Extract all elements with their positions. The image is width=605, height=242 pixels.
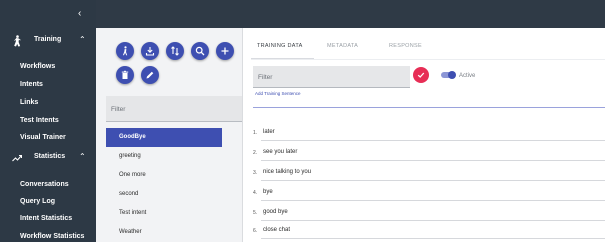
list-item[interactable]: 1. later xyxy=(243,124,605,144)
tab-training-data[interactable]: TRAINING DATA xyxy=(257,43,303,49)
list-item[interactable]: 2. see you later xyxy=(243,144,605,164)
intent-label: greeting xyxy=(119,153,141,159)
add-training-sentence-link[interactable]: Add Training Sentence xyxy=(255,91,301,96)
sentence-number: 5. xyxy=(253,210,258,216)
sidebar-item-test-intents[interactable]: Test Intents xyxy=(20,117,59,124)
sentence-number: 2. xyxy=(253,150,258,156)
delete-icon xyxy=(121,70,129,79)
sentence-number: 1. xyxy=(253,130,258,136)
sentence-text: nice talking to you xyxy=(263,169,312,175)
chevron-up-icon[interactable]: ⌃ xyxy=(79,35,86,44)
add-sentence-underline xyxy=(253,107,605,108)
sidebar-item-visual-trainer[interactable]: Visual Trainer xyxy=(20,134,66,141)
sentence-underline xyxy=(261,180,605,181)
sidebar-item-workflow-statistics[interactable]: Workflow Statistics xyxy=(20,233,84,240)
person-walking-icon xyxy=(14,35,21,47)
sidebar-item-query-log[interactable]: Query Log xyxy=(20,198,55,205)
list-item[interactable]: One more xyxy=(106,166,222,185)
sentence-number: 4. xyxy=(253,190,258,196)
sentence-text: see you later xyxy=(263,149,298,155)
chevron-up-icon[interactable]: ⌃ xyxy=(79,152,86,161)
active-toggle-label: Active xyxy=(459,73,476,79)
sentence-text: later xyxy=(263,129,275,135)
add-intent-button[interactable] xyxy=(216,42,234,60)
collapse-sidebar-icon[interactable]: ‹ xyxy=(78,9,88,19)
sentence-text: good bye xyxy=(263,209,288,215)
person-walking-icon xyxy=(123,46,128,56)
sentence-text: bye xyxy=(263,189,273,195)
sidebar-item-intents[interactable]: Intents xyxy=(20,81,43,88)
intent-filter-placeholder: Filter xyxy=(111,106,126,113)
sidebar-section-label: Training xyxy=(34,36,62,43)
tab-bar-divider xyxy=(251,59,605,60)
edit-icon xyxy=(146,71,154,79)
sidebar: ‹ Training ⌃ Workflows Intents Links Tes… xyxy=(0,0,96,242)
intent-detail-panel: TRAINING DATA METADATA RESPONSE Filter A… xyxy=(243,28,605,242)
detail-tabs: TRAINING DATA METADATA RESPONSE xyxy=(243,28,605,60)
download-icon xyxy=(145,47,155,56)
sidebar-section-statistics[interactable]: Statistics ⌃ xyxy=(0,149,96,167)
trending-up-icon xyxy=(12,154,22,162)
check-icon xyxy=(417,72,425,78)
sentence-underline xyxy=(261,238,605,239)
sidebar-item-intent-statistics[interactable]: Intent Statistics xyxy=(20,215,72,222)
intent-label: GoodBye xyxy=(119,134,146,140)
sidebar-item-links[interactable]: Links xyxy=(20,99,38,106)
active-toggle[interactable] xyxy=(441,71,456,79)
sentence-underline xyxy=(261,160,605,161)
list-item[interactable]: 4. bye xyxy=(243,184,605,204)
intent-filter-input[interactable]: Filter xyxy=(106,96,242,122)
intents-panel: Filter GoodBye greeting One more second … xyxy=(104,34,242,242)
app-window: ‹ Training ⌃ Workflows Intents Links Tes… xyxy=(0,0,605,242)
list-item[interactable]: second xyxy=(106,185,222,204)
delete-intent-button[interactable] xyxy=(116,66,134,84)
intent-label: Weather xyxy=(119,229,142,235)
sentence-number: 3. xyxy=(253,170,258,176)
confirm-button[interactable] xyxy=(413,67,429,83)
tab-metadata[interactable]: METADATA xyxy=(327,43,358,49)
search-icon xyxy=(195,46,205,56)
sidebar-section-label: Statistics xyxy=(34,153,66,160)
list-item[interactable]: 6. close chat xyxy=(243,222,605,242)
list-item[interactable]: greeting xyxy=(106,147,222,166)
tab-response[interactable]: RESPONSE xyxy=(389,43,422,49)
sentence-underline xyxy=(261,220,605,221)
top-bar xyxy=(96,0,605,28)
list-item[interactable]: Weather xyxy=(106,223,222,242)
sidebar-item-conversations[interactable]: Conversations xyxy=(20,181,69,188)
intent-label: One more xyxy=(119,172,146,178)
sidebar-section-training[interactable]: Training ⌃ xyxy=(0,32,96,50)
sentence-filter-input[interactable]: Filter xyxy=(253,66,410,88)
sentence-number: 6. xyxy=(253,228,258,234)
intent-label: Test intent xyxy=(119,210,147,216)
add-icon xyxy=(221,47,229,55)
list-item[interactable]: GoodBye xyxy=(106,128,222,147)
sentence-underline xyxy=(261,140,605,141)
download-button[interactable] xyxy=(141,42,159,60)
search-button[interactable] xyxy=(191,42,209,60)
sentence-underline xyxy=(261,200,605,201)
train-button[interactable] xyxy=(116,42,134,60)
sidebar-item-workflows[interactable]: Workflows xyxy=(20,63,55,70)
active-tab-indicator xyxy=(251,58,314,59)
list-item[interactable]: 5. good bye xyxy=(243,204,605,224)
intent-label: second xyxy=(119,191,139,197)
list-item[interactable]: 3. nice talking to you xyxy=(243,164,605,184)
sentence-text: close chat xyxy=(263,227,291,233)
toggle-knob xyxy=(448,71,456,79)
sentence-filter-placeholder: Filter xyxy=(258,74,273,81)
sort-icon xyxy=(171,46,179,56)
edit-intent-button[interactable] xyxy=(141,66,159,84)
list-item[interactable]: Test intent xyxy=(106,204,222,223)
sort-button[interactable] xyxy=(166,42,184,60)
